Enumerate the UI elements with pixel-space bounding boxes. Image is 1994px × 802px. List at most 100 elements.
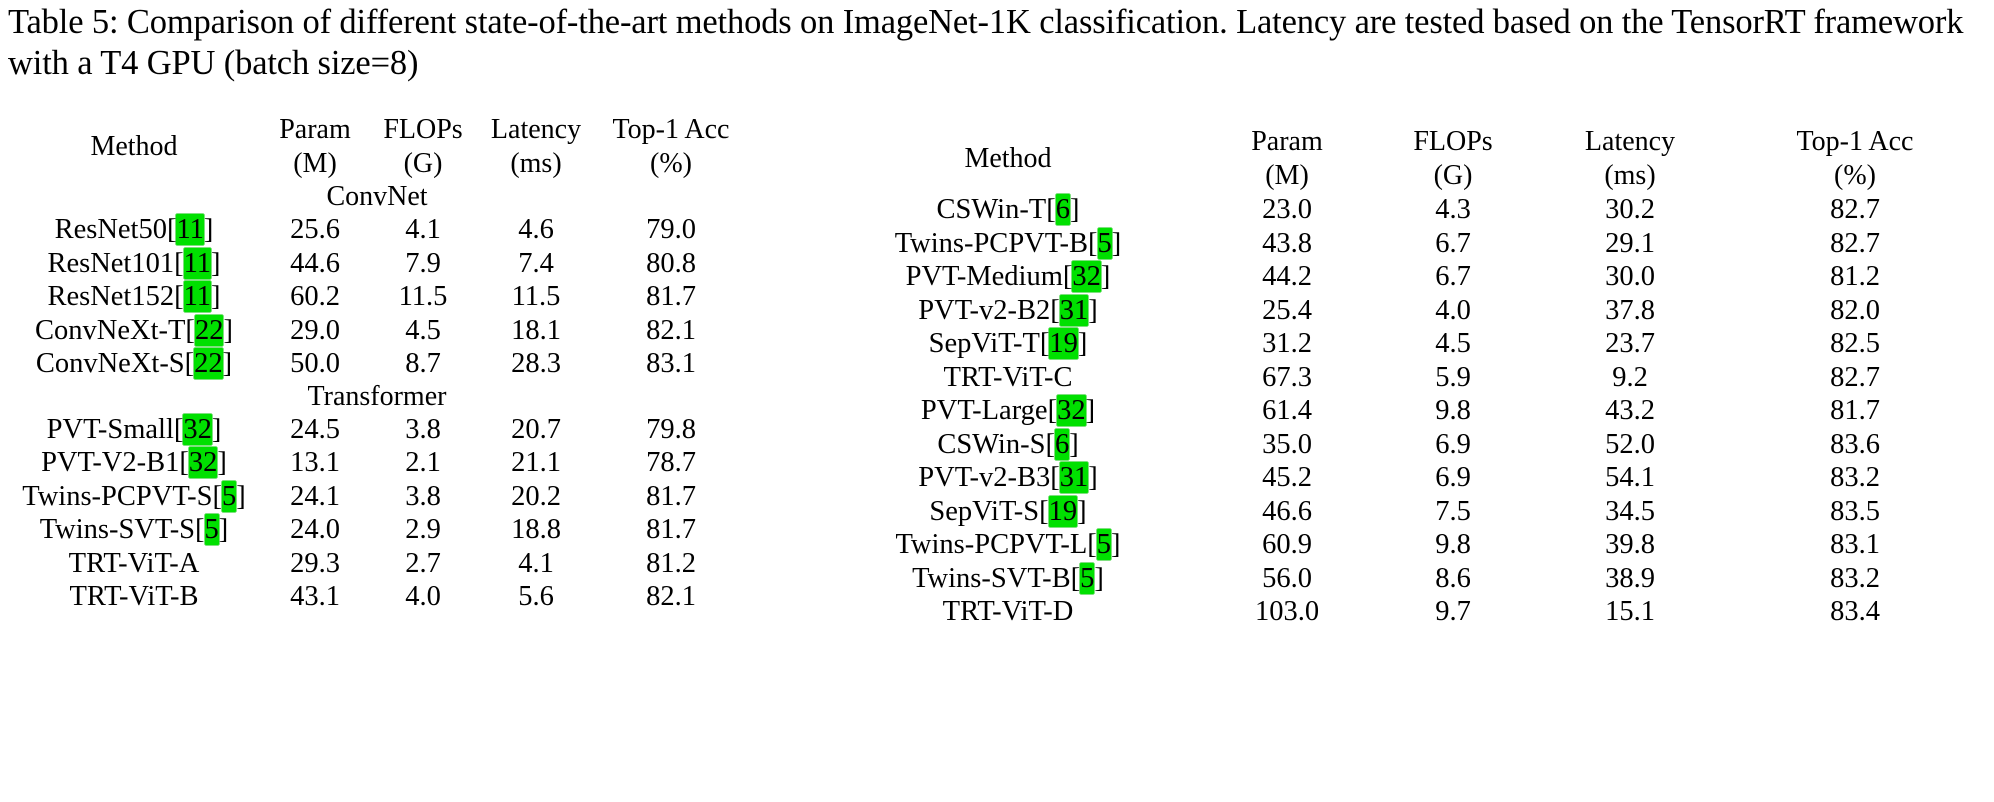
cell-param: 25.6 <box>290 214 340 245</box>
cell-acc: 82.1 <box>646 581 696 612</box>
table-row: Twins-SVT-S[5] 24.0 2.9 18.8 81.7 <box>8 513 746 547</box>
cell-flops: 4.5 <box>1435 328 1471 359</box>
cell-flops: 6.9 <box>1435 428 1471 460</box>
table-caption: Table 5: Comparison of different state-o… <box>8 3 1964 82</box>
cell-method: PVT-Small[32] <box>46 413 222 445</box>
cell-method: Twins-PCPVT-B[5] <box>894 227 1122 259</box>
cell-acc: 83.2 <box>1830 562 1880 594</box>
cell-param: 24.5 <box>290 413 340 445</box>
cell-latency: 9.2 <box>1612 361 1648 393</box>
table-row: Twins-SVT-B[5] 56.0 8.6 38.9 83.2 <box>812 562 1986 596</box>
cell-flops: 4.0 <box>1435 294 1471 326</box>
cell-acc: 78.7 <box>646 447 696 478</box>
column-header-flops-line1: FLOPs <box>383 114 463 145</box>
cell-param: 35.0 <box>1262 428 1312 460</box>
cell-flops: 5.9 <box>1435 361 1471 393</box>
table-row: CSWin-T[6] 23.0 4.3 30.2 82.7 <box>812 193 1986 227</box>
column-header-acc: Top-1 Acc (%) <box>596 113 746 181</box>
cell-flops: 2.9 <box>405 514 441 545</box>
cell-acc: 83.5 <box>1830 495 1880 527</box>
column-header-method: Method <box>8 113 260 181</box>
cell-flops: 6.9 <box>1435 462 1471 493</box>
cell-param: 25.4 <box>1262 294 1312 326</box>
cell-latency: 21.1 <box>511 447 561 478</box>
citation-highlight: 5 <box>1097 227 1112 259</box>
column-header-method: Method <box>812 125 1204 193</box>
column-header-flops-line2: (G) <box>1433 160 1473 191</box>
table-row: PVT-V2-B1[32] 13.1 2.1 21.1 78.7 <box>8 446 746 480</box>
citation-highlight: 22 <box>194 314 224 346</box>
table-row: PVT-v2-B2[31] 25.4 4.0 37.8 82.0 <box>812 294 1986 328</box>
cell-method: PVT-v2-B3[31] <box>918 462 1098 493</box>
cell-acc: 82.1 <box>646 314 696 346</box>
table-header-row: Method Param (M) FLOPs (G) Latency (ms) Top-1 A… <box>8 113 746 181</box>
group-label-row: ConvNet <box>8 181 746 213</box>
cell-flops: 8.6 <box>1435 562 1471 594</box>
cell-param: 44.2 <box>1262 261 1312 292</box>
column-header-param-line1: Param <box>1251 126 1323 157</box>
cell-method: ResNet152[11] <box>47 281 221 312</box>
cell-latency: 37.8 <box>1605 294 1655 326</box>
cell-latency: 18.1 <box>511 314 561 346</box>
cell-method: PVT-Medium[32] <box>905 261 1111 292</box>
table-row: Twins-PCPVT-B[5] 43.8 6.7 29.1 82.7 <box>812 227 1986 261</box>
table-row: TRT-ViT-B 43.1 4.0 5.6 82.1 <box>8 580 746 614</box>
citation-highlight: 19 <box>1049 328 1078 359</box>
cell-param: 24.1 <box>290 480 340 512</box>
column-header-flops: FLOPs (G) <box>370 113 476 181</box>
cell-latency: 34.5 <box>1605 495 1655 527</box>
table-row: PVT-v2-B3[31] 45.2 6.9 54.1 83.2 <box>812 461 1986 495</box>
cell-acc: 79.8 <box>646 413 696 445</box>
cell-flops: 2.7 <box>405 547 441 579</box>
citation-highlight: 32 <box>1057 395 1086 426</box>
column-header-method-line1: Method <box>964 143 1052 174</box>
citation-highlight: 32 <box>1072 261 1101 292</box>
table-row: ResNet50[11] 25.6 4.1 4.6 79.0 <box>8 213 746 247</box>
citation-highlight: 5 <box>1096 529 1111 560</box>
cell-method: SepViT-T[19] <box>928 328 1088 359</box>
cell-acc: 83.2 <box>1830 462 1880 493</box>
cell-flops: 4.1 <box>405 214 441 245</box>
cell-acc: 83.4 <box>1830 596 1880 627</box>
cell-acc: 81.2 <box>1830 261 1880 292</box>
citation-highlight: 22 <box>194 348 223 379</box>
cell-param: 24.0 <box>290 514 340 545</box>
column-header-flops-line1: FLOPs <box>1413 126 1493 157</box>
citation-highlight: 19 <box>1048 495 1078 527</box>
column-header-acc: Top-1 Acc (%) <box>1724 125 1986 193</box>
group-label-transformer: Transformer <box>307 380 447 412</box>
cell-method: TRT-ViT-D <box>942 596 1074 627</box>
table-row: PVT-Small[32] 24.5 3.8 20.7 79.8 <box>8 413 746 447</box>
cell-latency: 11.5 <box>511 281 561 312</box>
cell-param: 43.1 <box>290 581 340 612</box>
citation-highlight: 31 <box>1059 462 1089 493</box>
cell-method: PVT-Large[32] <box>920 395 1096 426</box>
column-header-latency: Latency (ms) <box>1536 125 1724 193</box>
results-table-right: Method Param (M) FLOPs (G) Latency (ms) Top-1 A… <box>812 125 1986 629</box>
column-header-param-line2: (M) <box>293 148 337 179</box>
cell-flops: 4.0 <box>405 581 441 612</box>
cell-param: 45.2 <box>1262 462 1312 493</box>
table-row: ConvNeXt-S[22] 50.0 8.7 28.3 83.1 <box>8 347 746 381</box>
cell-flops: 6.7 <box>1435 227 1471 259</box>
cell-param: 67.3 <box>1262 361 1312 393</box>
citation-highlight: 31 <box>1059 294 1089 326</box>
cell-flops: 9.7 <box>1435 596 1471 627</box>
cell-param: 46.6 <box>1262 495 1312 527</box>
cell-acc: 82.0 <box>1830 294 1880 326</box>
table-row: ConvNeXt-T[22] 29.0 4.5 18.1 82.1 <box>8 314 746 348</box>
citation-highlight: 6 <box>1055 194 1070 225</box>
cell-param: 44.6 <box>290 247 340 279</box>
cell-flops: 4.5 <box>405 314 441 346</box>
cell-flops: 8.7 <box>405 348 441 379</box>
cell-method: ResNet50[11] <box>54 214 214 245</box>
table-row: SepViT-T[19] 31.2 4.5 23.7 82.5 <box>812 327 1986 361</box>
cell-method: TRT-ViT-A <box>68 547 200 579</box>
cell-flops: 3.8 <box>405 480 441 512</box>
cell-param: 43.8 <box>1262 227 1312 259</box>
table-row: CSWin-S[6] 35.0 6.9 52.0 83.6 <box>812 428 1986 462</box>
citation-highlight: 11 <box>183 281 212 312</box>
cell-flops: 11.5 <box>398 281 448 312</box>
citation-highlight: 11 <box>183 247 212 279</box>
cell-latency: 23.7 <box>1605 328 1655 359</box>
